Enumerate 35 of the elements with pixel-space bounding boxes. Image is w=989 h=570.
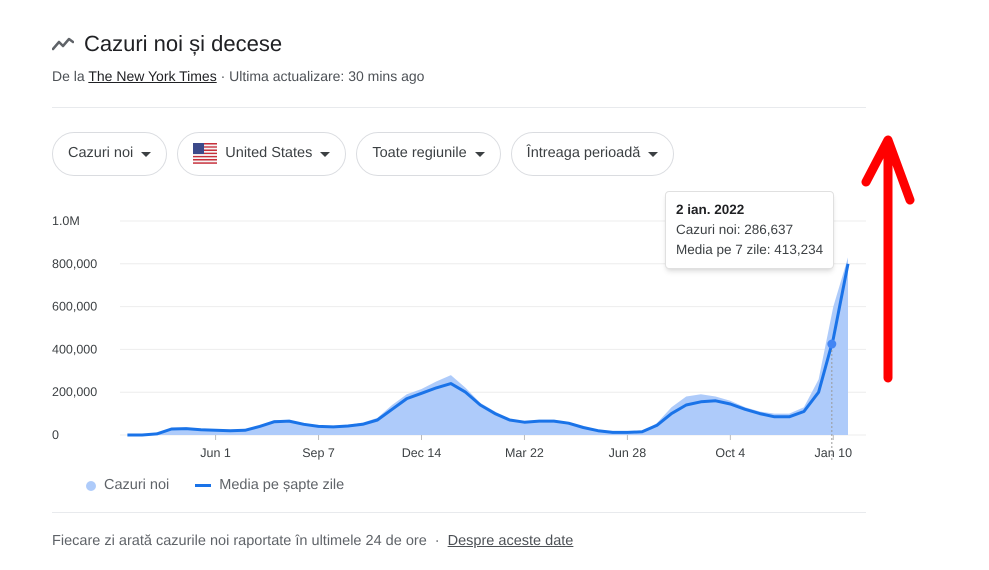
hover-point [827,340,836,349]
filter-dropdown[interactable]: Toate regiunile [356,132,501,176]
filter-dropdown[interactable]: United States [177,132,346,176]
card-title: Cazuri noi și decese [84,30,282,58]
x-axis-label: Oct 4 [715,446,746,460]
source-link[interactable]: The New York Times [88,68,217,84]
flag-icon [193,143,218,165]
legend-label: Media pe șapte zile [219,476,344,495]
x-axis-label: Dec 14 [402,446,442,460]
filter-dropdown[interactable]: Cazuri noi [52,132,168,176]
y-axis-label: 400,000 [52,342,98,356]
tooltip-line: Cazuri noi: 286,637 [676,221,794,239]
y-axis-label: 800,000 [52,256,98,271]
footer-note: Fiecare zi arată cazurile noi raportate în ultimele 24 de ore [52,532,427,551]
x-axis-label: Jun 28 [608,446,646,460]
tooltip-date: 2 ian. 2022 [676,201,746,219]
legend-label: Cazuri noi [104,476,170,495]
about-data-link[interactable]: Despre aceste date [448,530,574,552]
source-line: De la The New York Times · Ultima actualizare: 30 mins ago [52,67,426,86]
x-axis-label: Jun 1 [200,446,231,460]
trend-line-icon [52,37,74,51]
x-axis-label: Jan 10 [814,446,852,460]
x-axis-label: Sep 7 [302,446,335,460]
caret-icon [141,152,152,156]
caret-icon [474,152,485,156]
caret-icon [648,152,658,156]
y-axis-label: 600,000 [52,300,98,314]
y-axis-label: 200,000 [52,385,98,400]
tooltip-line: Media pe 7 zile: 413,234 [676,241,824,259]
filter-dropdown[interactable]: Întreaga perioadă [510,132,674,176]
caret-icon [320,152,330,156]
y-axis-label: 0 [52,428,59,442]
x-axis-label: Mar 22 [505,446,544,460]
separator-dot: · [434,532,440,551]
y-axis-label: 1.0M [52,214,80,228]
